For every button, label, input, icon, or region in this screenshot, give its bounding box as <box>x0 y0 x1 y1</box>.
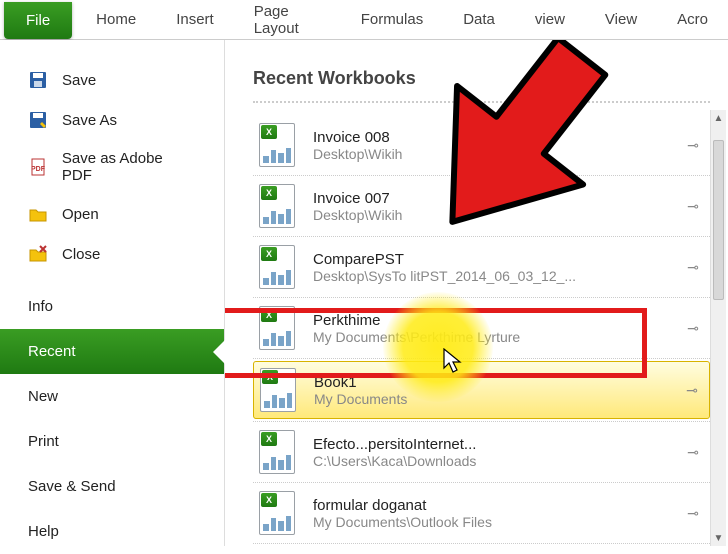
recent-workbook-item[interactable]: X PerkthimeMy Documents\Perkthime Lyrture… <box>253 300 710 356</box>
recent-item-path: My Documents <box>314 391 663 407</box>
save-pdf-label: Save as Adobe PDF <box>62 150 196 184</box>
nav-help[interactable]: Help <box>0 509 224 554</box>
save-label: Save <box>62 72 96 89</box>
excel-file-icon: X <box>259 491 295 535</box>
saveas-label: Save As <box>62 112 117 129</box>
pin-icon[interactable]: ⊸ <box>682 259 704 276</box>
item-divider <box>253 236 710 237</box>
excel-file-icon: X <box>260 368 296 412</box>
recent-item-title: formular doganat <box>313 497 664 514</box>
tab-insert[interactable]: Insert <box>156 0 234 39</box>
tab-view[interactable]: View <box>585 0 657 39</box>
recent-item-text: PerkthimeMy Documents\Perkthime Lyrture <box>313 312 664 345</box>
excel-file-icon: X <box>259 184 295 228</box>
close-command[interactable]: Close <box>0 234 224 274</box>
excel-file-icon: X <box>259 245 295 289</box>
recent-item-text: formular doganatMy Documents\Outlook Fil… <box>313 497 664 530</box>
item-divider <box>253 358 710 359</box>
excel-file-icon: X <box>259 430 295 474</box>
scrollbar[interactable]: ▲ ▼ <box>710 110 726 546</box>
recent-item-title: Book1 <box>314 374 663 391</box>
item-divider <box>253 175 710 176</box>
item-divider <box>253 482 710 483</box>
recent-item-path: Desktop\Wikih <box>313 146 664 162</box>
scroll-down-arrow[interactable]: ▼ <box>711 530 726 546</box>
recent-pane: Recent Workbooks XInvoice 008Desktop\Wik… <box>225 40 728 546</box>
nav-info[interactable]: Info <box>0 284 224 329</box>
excel-file-icon: X <box>259 306 295 350</box>
excel-file-icon: X <box>259 123 295 167</box>
recent-item-title: Invoice 008 <box>313 129 664 146</box>
svg-text:PDF: PDF <box>31 166 46 173</box>
recent-item-path: Desktop\Wikih <box>313 207 664 223</box>
nav-new[interactable]: New <box>0 374 224 419</box>
nav-save-send[interactable]: Save & Send <box>0 464 224 509</box>
tab-data[interactable]: Data <box>443 0 515 39</box>
pin-icon[interactable]: ⊸ <box>682 137 704 154</box>
tab-formulas[interactable]: Formulas <box>341 0 444 39</box>
recent-workbook-item[interactable]: X Invoice 007Desktop\Wikih ⊸ <box>253 178 710 234</box>
open-command[interactable]: Open <box>0 194 224 234</box>
recent-item-path: My Documents\Perkthime Lyrture <box>313 329 664 345</box>
pin-icon[interactable]: ⊸ <box>682 444 704 461</box>
backstage: Save Save As PDF Save as Adobe PDF Open … <box>0 40 728 546</box>
pin-icon[interactable]: ⊸ <box>682 320 704 337</box>
recent-workbook-item[interactable]: X ComparePSTDesktop\SysTo litPST_2014_06_… <box>253 239 710 295</box>
recent-item-text: Invoice 007Desktop\Wikih <box>313 190 664 223</box>
recent-workbook-list: XInvoice 008Desktop\Wikih⊸XInvoice 007De… <box>253 117 710 546</box>
recent-item-path: My Documents\Outlook Files <box>313 514 664 530</box>
recent-item-text: Book1My Documents <box>314 374 663 407</box>
recent-item-text: Invoice 008Desktop\Wikih <box>313 129 664 162</box>
pin-icon[interactable]: ⊸ <box>681 382 703 399</box>
nav-print[interactable]: Print <box>0 419 224 464</box>
recent-workbook-item[interactable]: X Efecto...persitoInternet...C:\Users\Kac… <box>253 424 710 480</box>
recent-item-title: Perkthime <box>313 312 664 329</box>
scroll-up-arrow[interactable]: ▲ <box>711 110 726 126</box>
section-divider <box>253 101 710 103</box>
recent-workbook-item[interactable]: Xformular doganatMy Documents\Outlook Fi… <box>253 485 710 541</box>
saveas-command[interactable]: Save As <box>0 100 224 140</box>
item-divider <box>253 543 710 544</box>
pdf-icon: PDF <box>28 157 48 177</box>
tab-home[interactable]: Home <box>76 0 156 39</box>
close-icon <box>28 244 48 264</box>
saveas-icon <box>28 110 48 130</box>
nav-recent[interactable]: Recent <box>0 329 224 374</box>
recent-item-text: ComparePSTDesktop\SysTo litPST_2014_06_0… <box>313 251 664 284</box>
open-label: Open <box>62 206 99 223</box>
recent-item-path: C:\Users\Kaca\Downloads <box>313 453 664 469</box>
recent-title: Recent Workbooks <box>253 68 710 89</box>
file-tab[interactable]: File <box>4 2 72 39</box>
recent-item-text: Efecto...persitoInternet...C:\Users\Kaca… <box>313 436 664 469</box>
save-command[interactable]: Save <box>0 60 224 100</box>
save-pdf-command[interactable]: PDF Save as Adobe PDF <box>0 140 224 194</box>
recent-item-title: ComparePST <box>313 251 664 268</box>
recent-workbook-item[interactable]: X Invoice 008Desktop\Wikih ⊸ <box>253 117 710 173</box>
recent-item-title: Invoice 007 <box>313 190 664 207</box>
open-icon <box>28 204 48 224</box>
item-divider <box>253 421 710 422</box>
pin-icon[interactable]: ⊸ <box>682 505 704 522</box>
recent-item-title: Efecto...persitoInternet... <box>313 436 664 453</box>
pin-icon[interactable]: ⊸ <box>682 198 704 215</box>
tab-acrobat[interactable]: Acro <box>657 0 728 39</box>
scroll-thumb[interactable] <box>713 140 724 300</box>
item-divider <box>253 297 710 298</box>
recent-workbook-item[interactable]: X Book1My Documents ⊸ <box>253 361 710 419</box>
close-label: Close <box>62 246 100 263</box>
save-icon <box>28 70 48 90</box>
backstage-left-column: Save Save As PDF Save as Adobe PDF Open … <box>0 40 225 546</box>
tab-review[interactable]: view <box>515 0 585 39</box>
tab-page-layout[interactable]: Page Layout <box>234 0 341 39</box>
recent-item-path: Desktop\SysTo litPST_2014_06_03_12_... <box>313 268 664 284</box>
ribbon: File Home Insert Page Layout Formulas Da… <box>0 0 728 40</box>
